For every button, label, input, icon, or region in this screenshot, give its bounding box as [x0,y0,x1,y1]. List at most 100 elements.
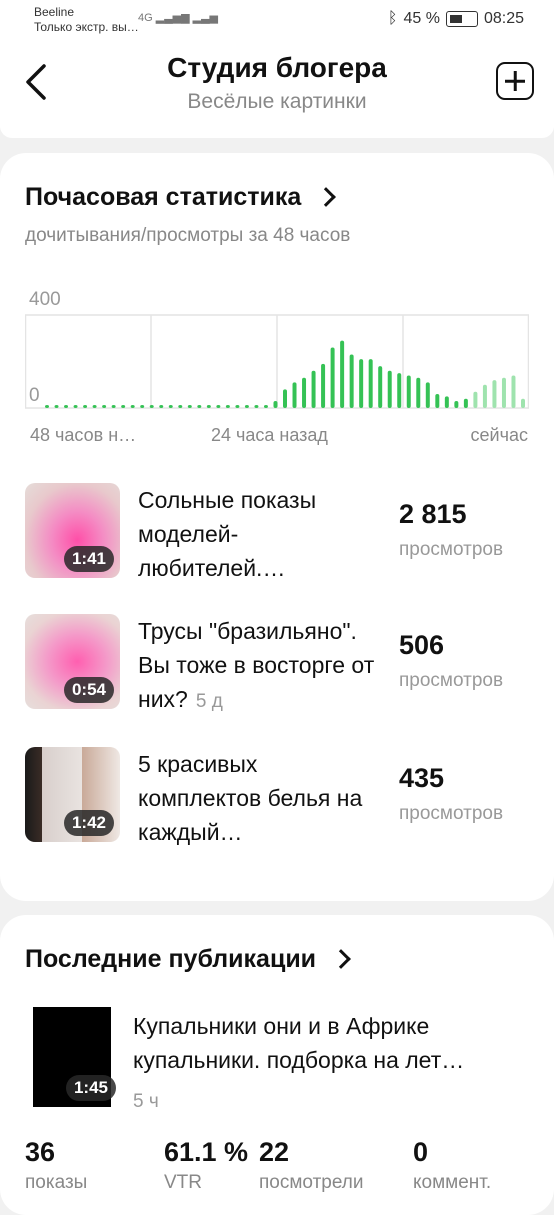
chart-bar [45,405,49,408]
duration-badge: 1:41 [63,546,114,572]
add-icon[interactable] [496,62,534,100]
item-views-count: 2 815 [399,499,467,529]
metric-value: 61.1 % [164,1137,249,1167]
chart-bar [168,405,173,408]
chart-bar [444,396,449,408]
chart-bar [359,359,364,408]
chart-bar [311,370,316,408]
chart-bar [368,359,373,408]
duration-badge: 1:42 [63,810,114,836]
chart-bar [454,401,459,408]
chart-bar [263,405,268,408]
app-header: Студия блогера Весёлые картинки [0,42,554,127]
recent-publications-header[interactable]: Последние публикации [25,945,351,974]
chart-bar [521,398,525,408]
duration-badge: 0:54 [63,677,114,703]
chart-bar [225,405,230,408]
chart-bar [435,394,440,408]
list-item[interactable]: 0:54 Трусы "бразильяно". Вы тоже в восто… [25,614,530,714]
x-tick-start: 48 часов н… [30,425,137,445]
chart-bar [102,405,107,408]
clock: 08:25 [483,10,524,27]
chart-bar [406,375,411,408]
chart-bar [302,377,307,408]
hourly-stats-title: Почасовая статистика [25,183,302,211]
chart-bar [397,373,402,408]
metric-viewed: 22 посмотрели [259,1137,363,1194]
chart-bar [244,405,249,408]
chart-bar [121,405,126,408]
metric-label: VTR [164,1172,202,1193]
item-views-count: 506 [399,630,445,660]
chart-bar [416,377,421,408]
chart-bar [330,347,335,408]
chart-bar [111,405,116,408]
item-views-count: 435 [399,763,445,793]
recent-post-age: 5 ч [133,1091,159,1112]
chart-bar [206,405,211,408]
item-title-text: 5 красивых комплектов белья на каждый… [138,751,363,845]
list-item[interactable]: 1:42 5 красивых комплектов белья на кажд… [25,747,530,847]
recent-publications-title: Последние публикации [25,945,317,973]
chart-bar [473,391,478,408]
chart-bar [140,405,145,408]
video-thumbnail[interactable]: 1:42 [25,747,120,842]
recent-publications-card: Последние публикации 1:45 Купальники они… [0,915,554,1215]
item-title[interactable]: 5 красивых комплектов белья на каждый… [138,747,378,849]
item-title-text: Сольные показы моделей-любителей.… [138,487,317,581]
chart-bar [187,405,192,408]
recent-post-title[interactable]: Купальники они и в Африке купальники. по… [133,1009,523,1077]
chart-bar [387,370,392,408]
item-title-text: Трусы "бразильяно". Вы тоже в восторге о… [138,618,375,712]
video-thumbnail[interactable]: 1:45 [25,1007,120,1107]
list-item[interactable]: 1:41 Сольные показы моделей-любителей.… … [25,483,530,583]
hourly-stats-card: Почасовая статистика дочитывания/просмот… [0,153,554,901]
chart-bar [149,405,154,408]
chart-bar [349,354,354,408]
video-thumbnail[interactable]: 0:54 [25,614,120,709]
page-title: Студия блогера [167,52,387,83]
chart-bar [482,384,487,408]
item-title[interactable]: Сольные показы моделей-любителей.… [138,483,378,585]
hourly-stats-subtitle: дочитывания/просмотры за 48 часов [25,225,351,246]
chart-bar [197,405,202,408]
x-tick-mid: 24 часа назад [211,425,328,445]
carrier-name: Beeline [34,5,75,19]
chevron-right-icon [316,186,337,207]
metric-comments: 0 коммент. [413,1137,491,1194]
y-tick-min: 0 [29,385,40,406]
chart-bar [235,405,240,408]
chart-bar [130,405,135,408]
chart-bar [501,377,506,408]
carrier-info: Beeline Только экстр. вы… [34,5,139,35]
chart-bar [83,405,88,408]
chart-bar [321,363,326,408]
metric-value: 22 [259,1137,290,1167]
video-thumbnail[interactable]: 1:41 [25,483,120,578]
chart-bar [283,389,287,408]
item-title[interactable]: Трусы "бразильяно". Вы тоже в восторге о… [138,614,378,719]
chart-bar [273,401,278,408]
chart-bar [54,405,59,408]
chart-bar [92,405,97,408]
item-views-unit: просмотров [399,539,504,560]
metric-value: 0 [413,1137,429,1167]
status-right: ᛒ 45 % 08:25 [388,10,524,28]
item-age: 5 д [195,691,223,712]
hourly-chart: 400 0 [25,289,529,413]
chart-bar [73,405,78,408]
hourly-chart-svg [25,314,529,409]
chevron-right-icon [331,948,351,969]
bluetooth-icon: ᛒ [387,10,398,27]
chart-bar [159,405,164,408]
chart-bar [254,405,259,408]
chart-bar [216,405,221,408]
chart-bar [378,366,383,408]
metric-label: посмотрели [259,1172,364,1193]
chart-bar [463,398,468,408]
page-subtitle: Весёлые картинки [187,90,367,113]
y-tick-max: 400 [29,289,61,310]
metric-vtr: 61.1 % VTR [164,1137,248,1194]
metric-value: 36 [25,1137,56,1167]
hourly-stats-header[interactable]: Почасовая статистика [25,183,337,212]
